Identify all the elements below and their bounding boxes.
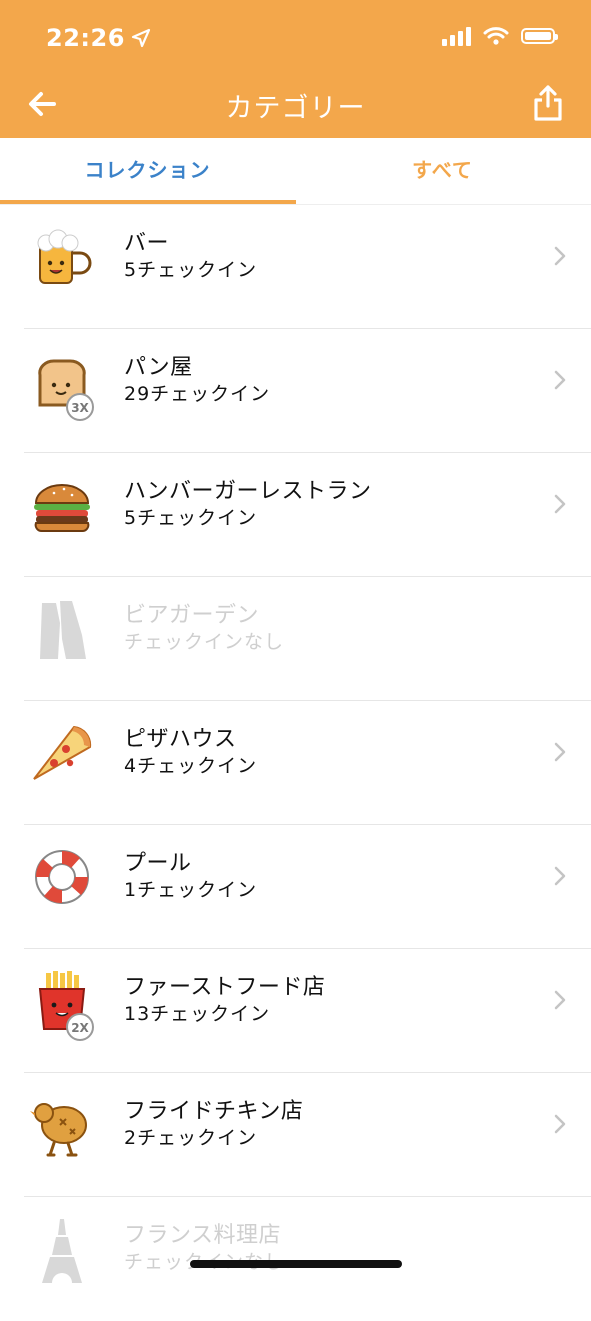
lifebuoy-icon <box>35 850 89 904</box>
status-indicators <box>442 26 558 46</box>
category-name: フランス料理店 <box>124 1223 282 1248</box>
pizza-icon <box>33 725 92 780</box>
tab-all[interactable]: すべて <box>295 138 590 204</box>
page-title: カテゴリー <box>225 93 366 124</box>
checkin-count: 1チェックイン <box>124 879 258 901</box>
category-name: ファーストフード店 <box>124 975 326 1000</box>
beer-mug-icon <box>37 229 92 284</box>
eiffel-tower-icon <box>42 1219 82 1283</box>
chevron-right-icon <box>554 494 566 514</box>
category-list: バー 5チェックイン 3X パン屋 29チェックイン ハンバーガーレストラン 5… <box>0 205 591 1321</box>
checkin-count: 5チェックイン <box>124 259 258 281</box>
category-name: ビアガーデン <box>124 603 260 628</box>
chevron-right-icon <box>554 742 566 762</box>
checkin-count: 5チェックイン <box>124 507 258 529</box>
category-name: バー <box>124 231 170 256</box>
list-item[interactable]: ビアガーデン チェックインなし <box>0 577 591 701</box>
multiplier-badge: 3X <box>66 393 94 421</box>
checkin-count: 29チェックイン <box>124 383 271 405</box>
category-name: ピザハウス <box>124 727 237 752</box>
tab-collection[interactable]: コレクション <box>0 138 295 204</box>
list-item[interactable]: 3X パン屋 29チェックイン <box>0 329 591 453</box>
list-item[interactable]: フランス料理店 チェックインなし <box>0 1197 591 1321</box>
cellular-signal-icon <box>442 26 471 46</box>
status-time: 22:26 <box>46 24 151 52</box>
chevron-right-icon <box>554 246 566 266</box>
location-arrow-icon <box>131 28 151 48</box>
beer-garden-icon <box>40 601 86 659</box>
category-name: プール <box>124 851 192 876</box>
home-indicator <box>190 1260 402 1268</box>
list-item[interactable]: ハンバーガーレストラン 5チェックイン <box>0 453 591 577</box>
chevron-right-icon <box>554 370 566 390</box>
burger-icon <box>34 484 90 532</box>
wifi-icon <box>483 27 509 45</box>
list-item[interactable]: 2X ファーストフード店 13チェックイン <box>0 949 591 1073</box>
chevron-right-icon <box>554 990 566 1010</box>
battery-icon <box>521 28 558 44</box>
fried-chicken-icon <box>30 1103 87 1157</box>
app-header: 22:26 カテゴリー <box>0 0 591 138</box>
list-item[interactable]: プール 1チェックイン <box>0 825 591 949</box>
list-item[interactable]: フライドチキン店 2チェックイン <box>0 1073 591 1197</box>
chevron-right-icon <box>554 1114 566 1134</box>
checkin-count: 4チェックイン <box>124 755 258 777</box>
active-tab-indicator <box>0 200 296 204</box>
category-name: ハンバーガーレストラン <box>124 479 372 504</box>
category-name: フライドチキン店 <box>124 1099 304 1124</box>
chevron-right-icon <box>554 866 566 886</box>
multiplier-badge: 2X <box>66 1013 94 1041</box>
category-name: パン屋 <box>124 355 193 380</box>
clock-text: 22:26 <box>46 24 125 52</box>
checkin-count: 13チェックイン <box>124 1003 271 1025</box>
checkin-count: チェックインなし <box>124 631 285 653</box>
share-icon[interactable] <box>533 84 563 122</box>
checkin-count: 2チェックイン <box>124 1127 258 1149</box>
segment-tabs: コレクション すべて <box>0 138 591 205</box>
list-item[interactable]: バー 5チェックイン <box>0 205 591 329</box>
list-item[interactable]: ピザハウス 4チェックイン <box>0 701 591 825</box>
